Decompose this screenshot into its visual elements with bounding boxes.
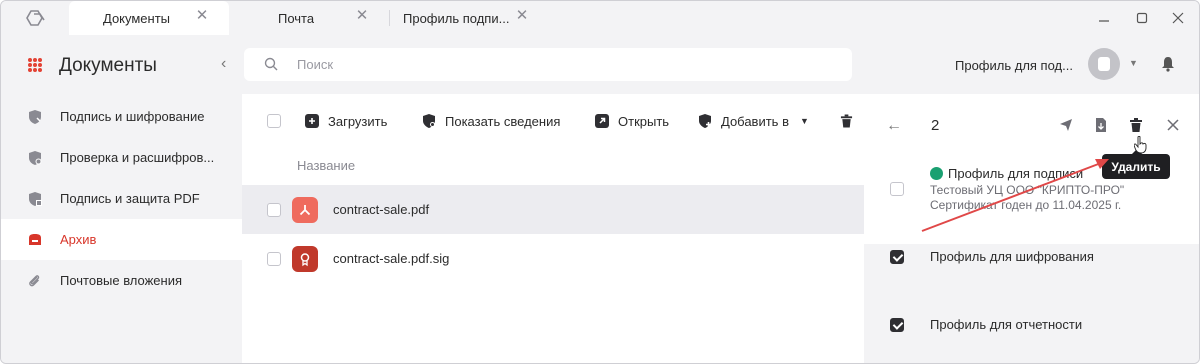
bell-icon[interactable] [1161,56,1175,72]
details-panel: ← 2 Профиль для подписи Тестовый УЦ ООО … [864,94,1199,363]
collapse-sidebar-icon[interactable]: ‹ [221,55,226,73]
search-input[interactable]: Поиск [244,48,852,81]
tab-mail[interactable]: Почта ✕ [229,1,389,35]
add-to-label: Добавить в [721,113,789,129]
table-row[interactable]: contract-sale.pdf [242,185,864,234]
sidebar-item-label: Проверка и расшифров... [60,150,215,165]
profile-issuer: Тестовый УЦ ООО "КРИПТО-ПРО" [930,183,1125,197]
shield-pen-icon [29,110,41,124]
open-button[interactable]: Открыть [595,112,669,130]
sidebar-item-label: Подпись и шифрование [60,109,205,124]
app-window: Документы ✕ Почта ✕ Профиль подпи... ✕ Д… [0,0,1200,364]
sidebar-item-verify-decrypt[interactable]: Проверка и расшифров... [1,137,242,178]
file-name: contract-sale.pdf.sig [333,251,450,266]
chevron-down-icon[interactable]: ▼ [1129,58,1138,68]
app-logo-icon [26,10,45,26]
file-name: contract-sale.pdf [333,202,430,217]
trash-icon[interactable] [1129,118,1143,132]
profile-checkbox[interactable] [890,182,904,196]
profile-item[interactable]: Профиль для отчетности [864,312,1199,362]
sidebar: Документы ‹ Подпись и шифрование Проверк… [1,35,242,363]
show-info-label: Показать сведения [445,113,561,129]
tab-profile[interactable]: Профиль подпи... ✕ [389,1,549,35]
profile-title: Профиль для отчетности [930,317,1083,332]
user-icon [1098,57,1110,71]
tab-label: Профиль подпи... [403,11,510,26]
open-label: Открыть [618,113,670,129]
profile-item[interactable]: Профиль для шифрования [864,244,1199,306]
minimize-button[interactable] [1095,9,1113,27]
pdf-file-icon [292,197,318,223]
row-checkbox[interactable] [267,252,281,266]
tab-label: Почта [278,11,315,26]
maximize-button[interactable] [1133,9,1151,27]
chevron-down-icon: ▼ [799,116,809,126]
back-arrow-icon[interactable]: ← [886,117,902,135]
upload-label: Загрузить [328,113,388,129]
upload-button[interactable]: Загрузить [305,112,387,130]
profile-checkbox[interactable] [890,318,904,332]
shield-info-icon [423,114,435,128]
minimize-icon [1099,20,1109,22]
close-icon[interactable]: ✕ [515,8,529,23]
row-checkbox[interactable] [267,203,281,217]
close-icon[interactable]: ✕ [355,8,369,23]
sidebar-item-mail-attachments[interactable]: Почтовые вложения [1,260,242,301]
tab-documents[interactable]: Документы ✕ [69,1,229,35]
show-info-button[interactable]: Показать сведения [422,112,560,130]
trash-icon[interactable] [840,114,853,128]
column-header-name[interactable]: Название [297,158,355,173]
avatar[interactable] [1088,48,1120,80]
archive-icon [29,234,41,245]
sidebar-item-label: Почтовые вложения [60,273,183,288]
sidebar-item-label: Архив [60,232,97,247]
shield-check-icon [29,151,42,165]
maximize-icon [1136,12,1148,24]
send-icon[interactable] [1059,118,1073,132]
sidebar-item-label: Подпись и защита PDF [60,191,200,206]
close-icon[interactable]: ✕ [195,8,209,23]
check-circle-icon [930,167,943,180]
profile-validity: Сертификат годен до 11.04.2025 г. [930,198,1122,212]
sidebar-item-sign-pdf[interactable]: Подпись и защита PDF [1,178,242,219]
sidebar-title: Документы [59,55,157,76]
window-close-button[interactable] [1169,9,1187,27]
close-icon [1172,12,1184,24]
sidebar-item-sign-encrypt[interactable]: Подпись и шифрование [1,96,242,137]
delete-tooltip: Удалить [1102,149,1170,179]
current-profile-name[interactable]: Профиль для под... [955,58,1073,73]
shield-pdf-icon [29,192,42,206]
search-icon [264,57,278,71]
close-icon[interactable] [1166,118,1180,132]
search-placeholder: Поиск [297,57,334,72]
profile-title: Профиль для шифрования [930,249,1094,264]
paperclip-icon [29,275,40,287]
documents-panel: Загрузить Показать сведения Открыть Доба… [242,94,864,363]
signature-file-icon [292,246,318,272]
add-to-button[interactable]: Добавить в ▼ [698,112,809,130]
title-bar: Документы ✕ Почта ✕ Профиль подпи... ✕ [1,1,1199,35]
profile-checkbox[interactable] [890,250,904,264]
profile-title: Профиль для подписи [948,166,1084,181]
tab-label: Документы [103,11,171,26]
sidebar-item-archive[interactable]: Архив [1,219,242,260]
open-external-icon [595,114,609,128]
table-row[interactable]: contract-sale.pdf.sig [242,234,864,283]
select-all-checkbox[interactable] [267,114,281,128]
sidebar-header: Документы ‹ [1,35,242,97]
toolbar: Загрузить Показать сведения Открыть Доба… [242,94,864,146]
hand-cursor-icon [1134,136,1147,154]
apps-grid-icon[interactable] [28,58,42,72]
selected-count: 2 [931,117,940,134]
file-export-icon[interactable] [1094,118,1108,132]
plus-square-icon [305,114,319,128]
shield-plus-icon [699,114,711,128]
